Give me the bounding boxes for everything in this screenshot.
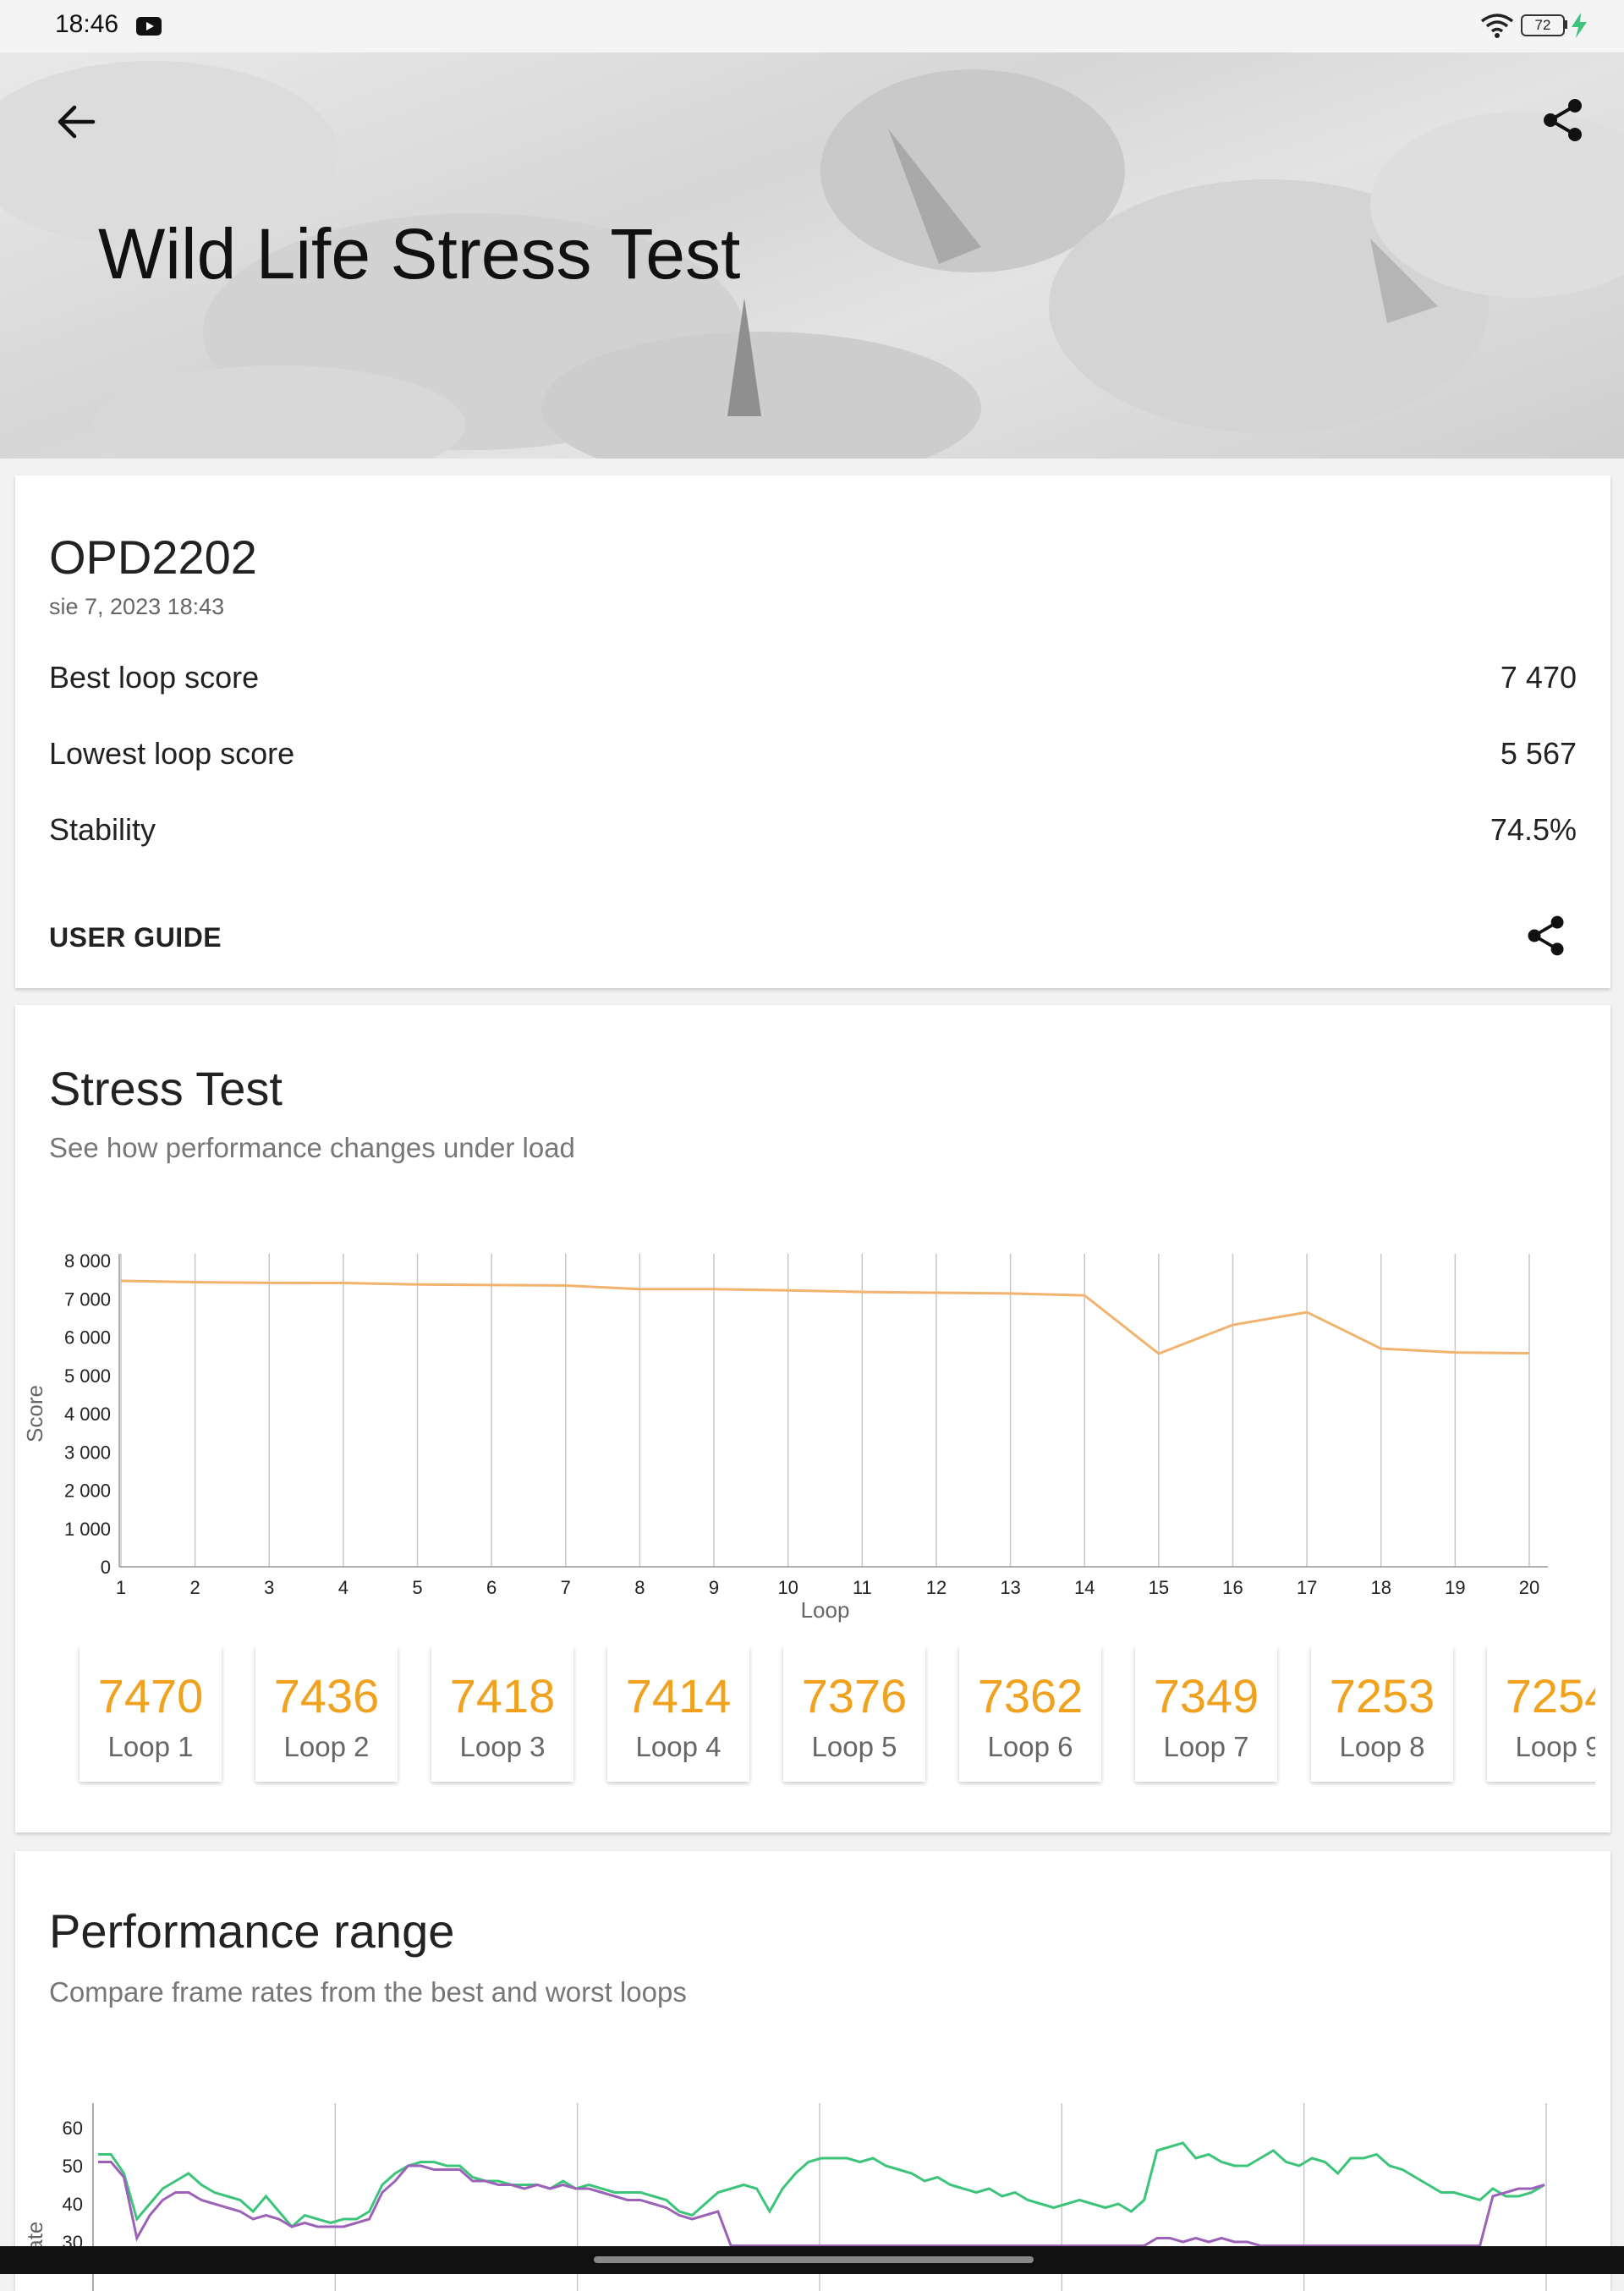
x-tick-label: 9 [709, 1577, 719, 1598]
loop-label: Loop 7 [1163, 1731, 1249, 1762]
x-tick-label: 4 [338, 1577, 348, 1598]
stability-label: Stability [49, 812, 156, 847]
user-guide-button[interactable]: USER GUIDE [49, 922, 222, 953]
loop-score-card[interactable]: 7376 Loop 5 [783, 1646, 925, 1782]
x-axis-label: Loop [801, 1597, 850, 1623]
loop-score-value: 7418 [449, 1669, 556, 1722]
stress-test-card: Stress Test See how performance changes … [15, 1005, 1610, 1832]
best-loop-series-line [98, 2141, 1545, 2229]
x-tick-label: 7 [561, 1577, 571, 1598]
loop-label: Loop 1 [107, 1731, 194, 1762]
loop-score-card[interactable]: 7470 Loop 1 [80, 1646, 222, 1782]
loop-score-value: 7470 [97, 1669, 204, 1722]
loop-score-value: 7349 [1153, 1669, 1259, 1722]
loop-label: Loop 9 [1515, 1731, 1595, 1762]
battery-tip [1564, 20, 1567, 29]
loop-score-value: 7362 [977, 1669, 1084, 1722]
performance-range-card: Performance range Compare frame rates fr… [15, 1851, 1610, 2291]
share-icon[interactable] [1538, 95, 1588, 146]
stability-value: 74.5% [1490, 812, 1577, 847]
x-tick-label: 10 [777, 1577, 798, 1598]
x-tick-label: 3 [264, 1577, 274, 1598]
loop-label: Loop 4 [635, 1731, 721, 1762]
loop-score-value: 7436 [273, 1669, 380, 1722]
loop-score-card[interactable]: 7349 Loop 7 [1135, 1646, 1277, 1782]
summary-card: OPD2202 sie 7, 2023 18:43 Best loop scor… [15, 475, 1610, 988]
x-tick-label: 14 [1074, 1577, 1095, 1598]
y-tick-label: 1 000 [64, 1519, 111, 1540]
loop-score-card[interactable]: 7414 Loop 4 [607, 1646, 749, 1782]
hero-banner: Wild Life Stress Test [0, 52, 1624, 459]
lowest-loop-value: 5 567 [1500, 736, 1577, 771]
device-name: OPD2202 [49, 530, 257, 584]
loop-score-card[interactable]: 7253 Loop 8 [1311, 1646, 1453, 1782]
x-tick-label: 11 [853, 1577, 872, 1598]
frame-rate-chart: 30405060rate [22, 2103, 1547, 2291]
status-time: 18:46 [55, 10, 119, 38]
share-icon[interactable] [1522, 912, 1570, 959]
y-tick-label: 7 000 [64, 1288, 111, 1310]
loop-scores-strip[interactable]: 7470 Loop 1 7436 Loop 2 7418 Loop 3 7414 Loop 4… [64, 1646, 1595, 1799]
x-tick-label: 8 [634, 1577, 645, 1598]
y-tick-label: 4 000 [64, 1404, 111, 1425]
stress-test-chart: 1 2 3 4 5 6 7 8 9 10 11 12 13 14 15 16 17 18 19 2001 0002 0… [22, 1250, 1548, 1623]
best-loop-value: 7 470 [1500, 660, 1577, 695]
x-tick-label: 2 [190, 1577, 200, 1598]
y-tick-label: 50 [63, 2156, 83, 2177]
x-tick-label: 15 [1149, 1577, 1169, 1598]
wifi-icon [1480, 14, 1514, 38]
back-arrow-icon[interactable] [51, 96, 102, 147]
test-date: sie 7, 2023 18:43 [49, 594, 225, 619]
status-bar: 18:46 72 [0, 0, 1624, 52]
x-tick-label: 1 [116, 1577, 126, 1598]
loop-label: Loop 5 [811, 1731, 897, 1762]
x-tick-label: 5 [412, 1577, 422, 1598]
x-tick-label: 12 [926, 1577, 946, 1598]
x-tick-label: 16 [1222, 1577, 1243, 1598]
gesture-handle[interactable] [594, 2256, 1034, 2263]
y-tick-label: 40 [63, 2194, 83, 2215]
loop-score-value: 7376 [801, 1669, 908, 1722]
loop-score-card[interactable]: 7254 Loop 9 [1487, 1646, 1595, 1782]
loop-label: Loop 3 [459, 1731, 546, 1762]
x-tick-label: 13 [1000, 1577, 1020, 1598]
x-tick-label: 20 [1519, 1577, 1539, 1598]
y-tick-label: 8 000 [64, 1250, 111, 1272]
y-tick-label: 6 000 [64, 1327, 111, 1349]
loop-score-card[interactable]: 7418 Loop 3 [431, 1646, 573, 1782]
y-tick-label: 0 [101, 1557, 111, 1578]
y-tick-label: 2 000 [64, 1481, 111, 1502]
y-axis-label: Score [22, 1385, 47, 1442]
loop-label: Loop 2 [283, 1731, 370, 1762]
x-tick-label: 19 [1445, 1577, 1465, 1598]
score-series-line [120, 1279, 1530, 1355]
x-tick-label: 18 [1370, 1577, 1391, 1598]
y-tick-label: 3 000 [64, 1442, 111, 1463]
loop-score-value: 7414 [625, 1669, 732, 1722]
x-tick-label: 17 [1297, 1577, 1317, 1598]
loop-label: Loop 8 [1339, 1731, 1425, 1762]
page-title: Wild Life Stress Test [98, 214, 741, 294]
loop-score-value: 7254 [1505, 1669, 1595, 1722]
worst-loop-series-line [98, 2161, 1545, 2247]
loop-score-card[interactable]: 7362 Loop 6 [959, 1646, 1101, 1782]
youtube-icon [136, 17, 162, 36]
lowest-loop-label: Lowest loop score [49, 736, 295, 771]
x-tick-label: 6 [486, 1577, 497, 1598]
best-loop-label: Best loop score [49, 660, 260, 695]
y-tick-label: 60 [63, 2118, 83, 2139]
loop-score-value: 7253 [1329, 1669, 1435, 1722]
charging-bolt-icon [1572, 13, 1587, 38]
y-tick-label: 5 000 [64, 1365, 111, 1387]
loop-label: Loop 6 [987, 1731, 1073, 1762]
loop-score-card[interactable]: 7436 Loop 2 [255, 1646, 398, 1782]
battery-icon: 72 [1521, 14, 1565, 36]
